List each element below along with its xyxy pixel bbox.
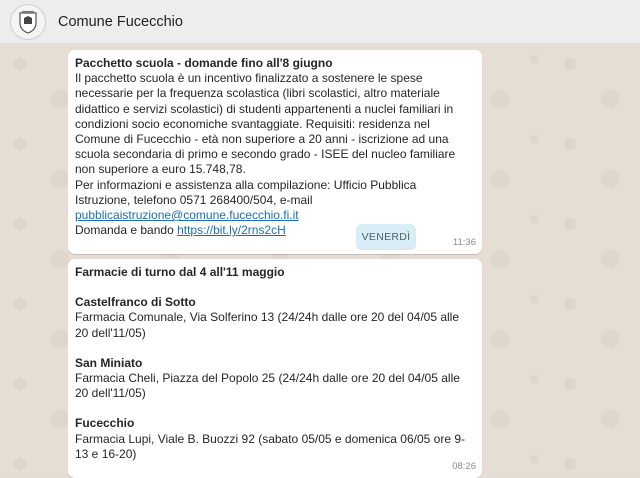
pharmacy-detail: Farmacia Cheli, Piazza del Popolo 25 (24… (75, 371, 460, 401)
pharmacy-detail: Farmacia Comunale, Via Solferino 13 (24/… (75, 310, 460, 340)
pharmacy-place: San Miniato (75, 355, 143, 370)
pharmacy-place: Castelfranco di Sotto (75, 295, 196, 310)
contact-text: Per informazioni e assistenza alla compi… (75, 177, 417, 207)
crest-icon (19, 10, 37, 34)
message-title: Pacchetto scuola - domande fino all'8 gi… (75, 56, 333, 70)
bando-text: Domanda e bando (75, 223, 178, 238)
pharmacy-place: Fucecchio (75, 416, 135, 431)
chat-header: Comune Fucecchio (0, 0, 640, 44)
bando-link[interactable]: https://bit.ly/2rns2cH (177, 223, 286, 237)
message-time: 11:36 (452, 237, 476, 249)
email-link[interactable]: pubblicaistruzione@comune.fucecchio.fi.i… (75, 208, 299, 222)
message-time: 08:26 (452, 460, 476, 472)
pharmacy-detail: Farmacia Lupi, Viale B. Buozzi 92 (sabat… (75, 431, 466, 461)
chat-title[interactable]: Comune Fucecchio (58, 14, 183, 30)
avatar[interactable] (10, 3, 46, 40)
message-contact: Per informazioni e assistenza alla compi… (75, 178, 474, 224)
message-bubble[interactable]: Farmacie di turno dal 4 all'11 maggio Ca… (68, 259, 482, 478)
day-separator: VENERDÌ (356, 224, 416, 249)
message-title: Farmacie di turno dal 4 all'11 maggio (75, 265, 285, 279)
message-body: Il pacchetto scuola è un incentivo final… (75, 71, 456, 177)
message-bubble[interactable]: Pacchetto scuola - domande fino all'8 gi… (68, 50, 482, 255)
